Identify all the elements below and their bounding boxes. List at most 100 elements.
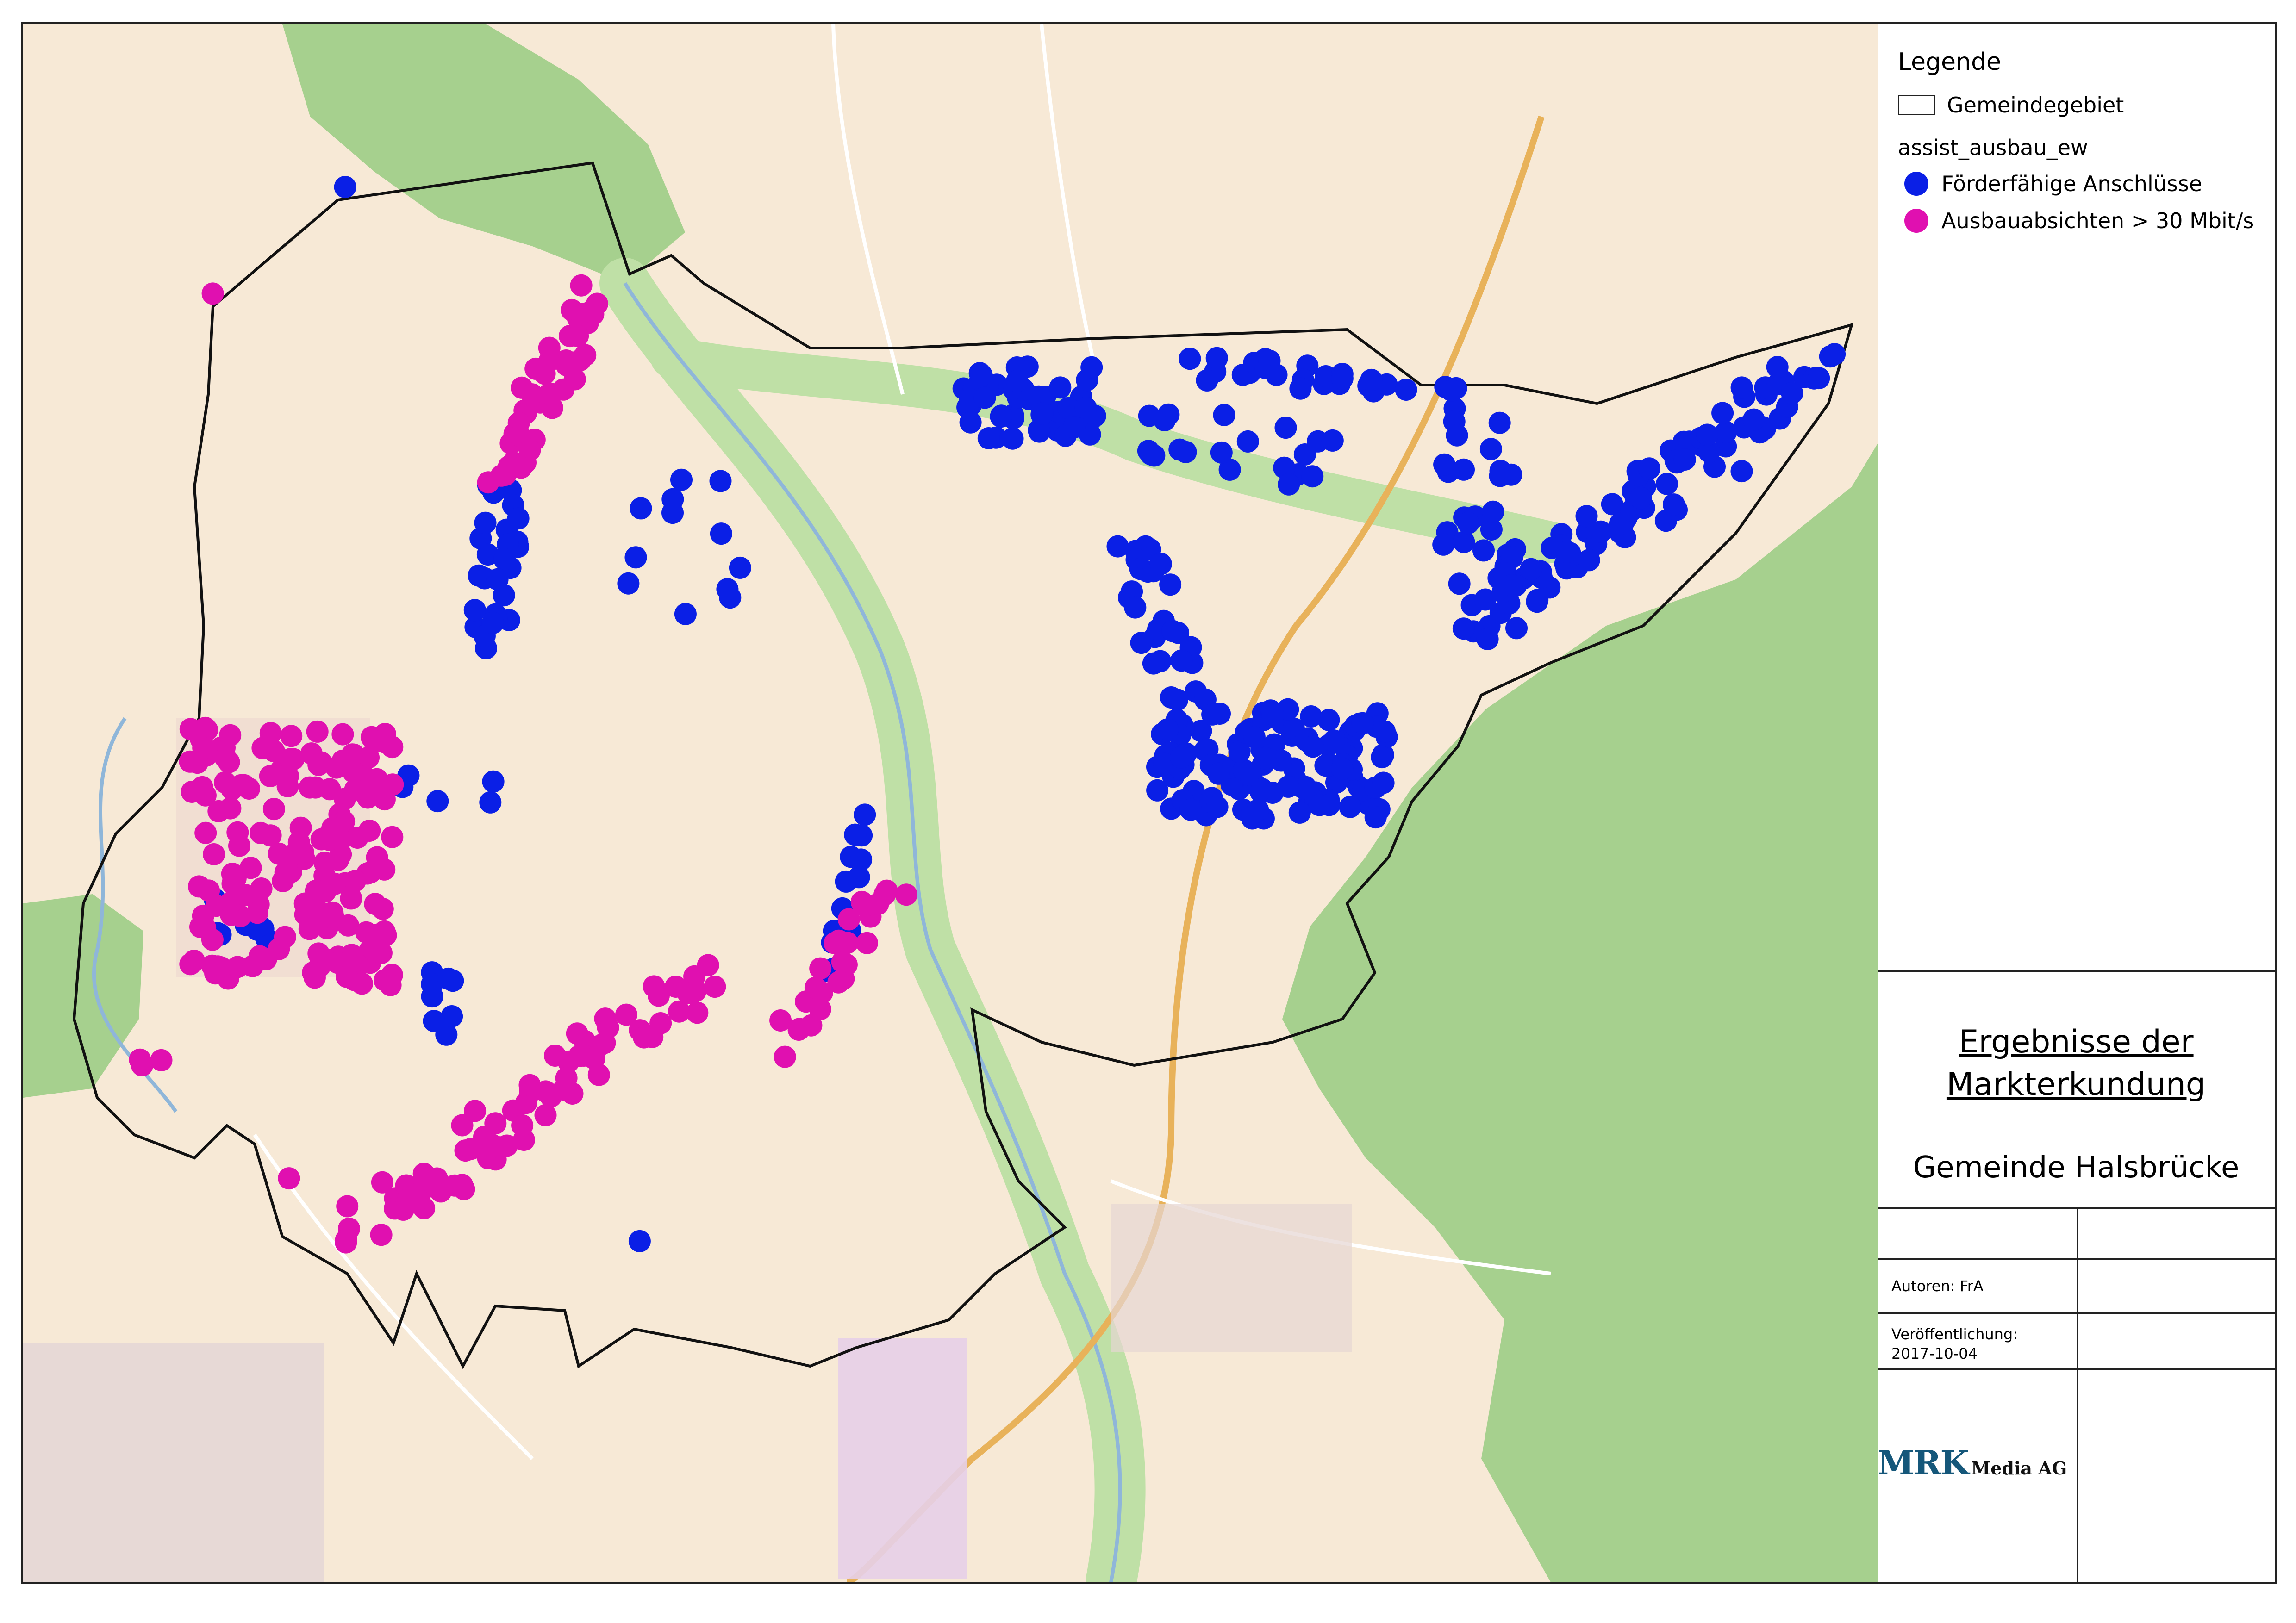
expansion-point[interactable] [477, 471, 499, 494]
eligible-point[interactable] [1063, 416, 1086, 439]
eligible-point[interactable] [1823, 343, 1846, 366]
eligible-point[interactable] [1278, 473, 1300, 496]
expansion-point[interactable] [207, 800, 230, 822]
eligible-point[interactable] [1673, 448, 1696, 471]
eligible-point[interactable] [1243, 726, 1266, 748]
eligible-point[interactable] [493, 548, 516, 571]
eligible-point[interactable] [1656, 473, 1678, 495]
eligible-point[interactable] [716, 578, 739, 600]
expansion-point[interactable] [276, 775, 299, 797]
expansion-point[interactable] [150, 1049, 173, 1071]
eligible-point[interactable] [1360, 368, 1383, 391]
eligible-point[interactable] [1446, 424, 1468, 447]
eligible-point[interactable] [426, 790, 449, 813]
expansion-point[interactable] [279, 748, 302, 771]
eligible-point[interactable] [1629, 487, 1652, 510]
eligible-point[interactable] [1318, 794, 1341, 816]
expansion-point[interactable] [246, 902, 268, 924]
expansion-point[interactable] [569, 303, 592, 325]
eligible-point[interactable] [1265, 364, 1288, 386]
eligible-point[interactable] [1174, 441, 1197, 463]
eligible-point[interactable] [1472, 539, 1495, 562]
expansion-point[interactable] [544, 1045, 567, 1067]
expansion-point[interactable] [373, 788, 396, 811]
eligible-point[interactable] [1236, 430, 1259, 453]
expansion-point[interactable] [704, 976, 726, 998]
expansion-point[interactable] [484, 1112, 507, 1135]
eligible-point[interactable] [729, 556, 751, 579]
eligible-point[interactable] [1432, 533, 1455, 556]
eligible-point[interactable] [1210, 441, 1233, 464]
eligible-point[interactable] [1331, 367, 1354, 390]
eligible-point[interactable] [1142, 652, 1165, 675]
expansion-point[interactable] [774, 1045, 796, 1068]
expansion-point[interactable] [534, 1104, 557, 1126]
eligible-point[interactable] [1453, 531, 1475, 553]
expansion-point[interactable] [241, 955, 264, 977]
eligible-point[interactable] [1520, 558, 1542, 580]
eligible-point[interactable] [481, 612, 504, 634]
eligible-point[interactable] [854, 803, 876, 826]
expansion-point[interactable] [346, 827, 369, 849]
expansion-point[interactable] [224, 867, 247, 889]
eligible-point[interactable] [1364, 806, 1387, 829]
eligible-point[interactable] [1372, 771, 1395, 794]
eligible-point[interactable] [1331, 758, 1354, 780]
expansion-point[interactable] [259, 722, 282, 745]
eligible-point[interactable] [463, 599, 486, 622]
eligible-point[interactable] [507, 507, 530, 530]
eligible-point[interactable] [1049, 376, 1072, 399]
eligible-point[interactable] [1730, 460, 1753, 483]
expansion-point[interactable] [407, 1188, 430, 1211]
eligible-point[interactable] [1247, 799, 1269, 821]
expansion-point[interactable] [594, 1007, 617, 1030]
eligible-point[interactable] [1711, 402, 1734, 424]
expansion-point[interactable] [430, 1180, 452, 1203]
eligible-point[interactable] [1156, 718, 1179, 741]
eligible-point[interactable] [1555, 541, 1578, 563]
eligible-point[interactable] [482, 770, 505, 793]
eligible-point[interactable] [1321, 429, 1344, 452]
eligible-point[interactable] [661, 488, 684, 510]
expansion-point[interactable] [686, 1001, 709, 1024]
eligible-point[interactable] [844, 823, 867, 846]
eligible-point[interactable] [1300, 705, 1323, 728]
expansion-point[interactable] [533, 362, 556, 385]
expansion-point[interactable] [649, 1012, 672, 1034]
expansion-point[interactable] [895, 883, 917, 906]
expansion-point[interactable] [875, 879, 898, 902]
expansion-point[interactable] [464, 1100, 487, 1122]
expansion-point[interactable] [228, 834, 250, 857]
eligible-point[interactable] [1371, 746, 1393, 769]
expansion-point[interactable] [198, 879, 220, 902]
eligible-point[interactable] [1373, 720, 1396, 743]
expansion-point[interactable] [373, 731, 396, 753]
eligible-point[interactable] [1489, 465, 1511, 487]
eligible-point[interactable] [1663, 493, 1685, 516]
map-frame[interactable] [21, 22, 1881, 1584]
eligible-point[interactable] [1170, 746, 1192, 769]
eligible-point[interactable] [1196, 369, 1218, 392]
eligible-point[interactable] [1124, 596, 1147, 619]
eligible-point[interactable] [1781, 382, 1803, 404]
expansion-point[interactable] [274, 861, 297, 884]
expansion-point[interactable] [192, 904, 214, 927]
eligible-point[interactable] [486, 568, 509, 591]
eligible-point[interactable] [1488, 411, 1511, 434]
eligible-point[interactable] [1730, 376, 1753, 399]
eligible-point[interactable] [1440, 379, 1463, 402]
eligible-point[interactable] [1006, 370, 1029, 392]
expansion-point[interactable] [342, 760, 365, 783]
expansion-point[interactable] [371, 897, 394, 920]
eligible-point[interactable] [1339, 796, 1361, 818]
eligible-point[interactable] [479, 791, 502, 814]
eligible-point[interactable] [1448, 572, 1471, 595]
eligible-point[interactable] [1074, 397, 1097, 419]
eligible-point[interactable] [1505, 617, 1528, 640]
expansion-point[interactable] [684, 980, 707, 1002]
eligible-point[interactable] [1479, 438, 1502, 460]
expansion-point[interactable] [331, 723, 354, 746]
eligible-point[interactable] [1302, 735, 1324, 758]
eligible-point[interactable] [1213, 404, 1235, 426]
expansion-point[interactable] [664, 976, 687, 998]
